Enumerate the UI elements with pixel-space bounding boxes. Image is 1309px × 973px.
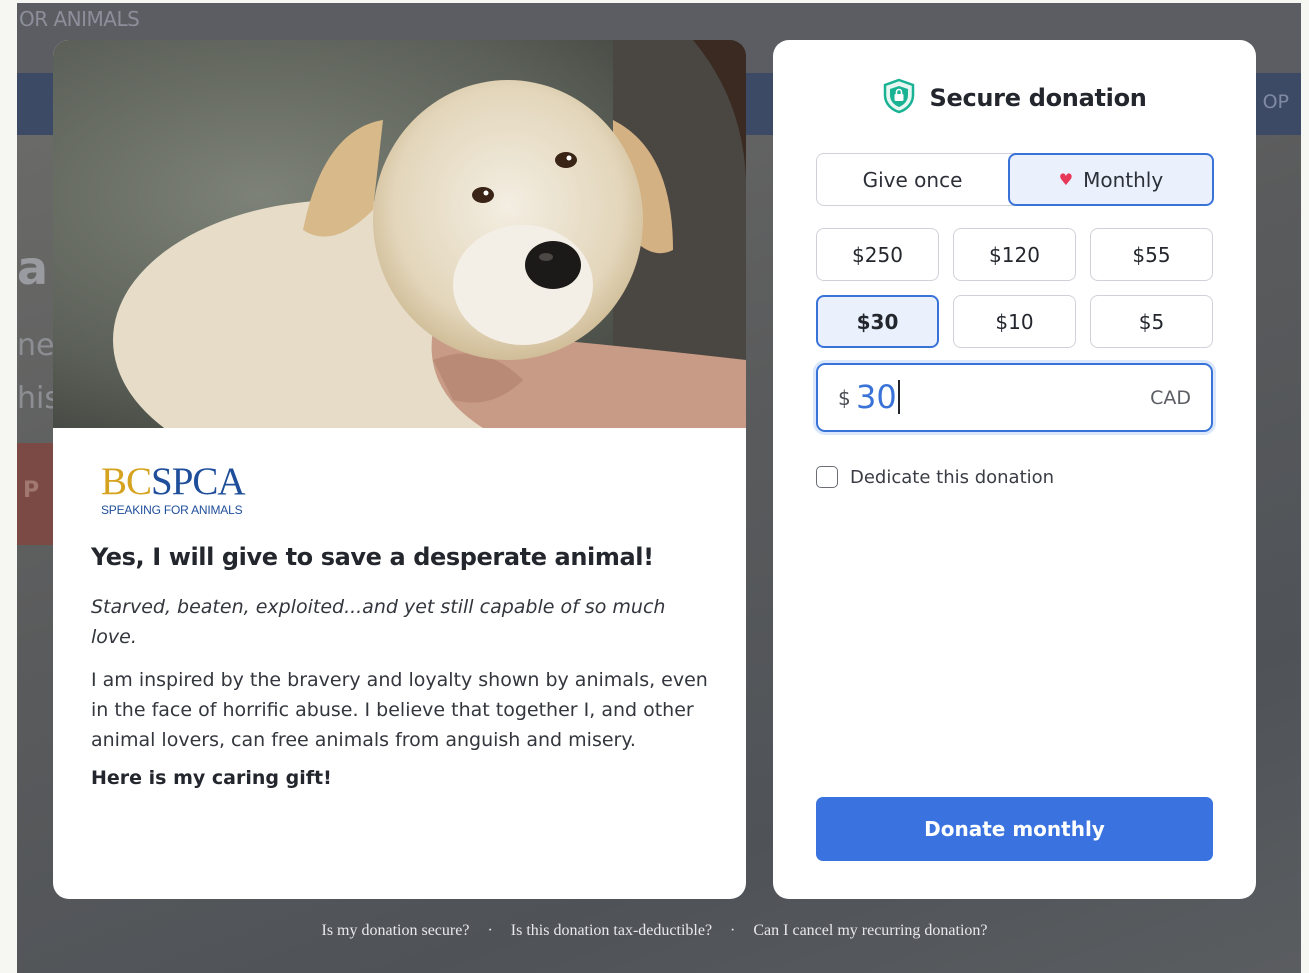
shield-lock-icon xyxy=(882,78,916,118)
logo-bc-text: BC xyxy=(101,460,152,503)
amount-value-text: 30 xyxy=(856,378,897,416)
story-lede: Starved, beaten, exploited...and yet sti… xyxy=(91,596,666,648)
dedicate-donation-option[interactable]: Dedicate this donation xyxy=(816,466,1054,488)
amount-option-250[interactable]: $250 xyxy=(816,228,939,281)
faq-link-secure[interactable]: Is my donation secure? xyxy=(321,922,469,939)
story-closing: Here is my caring gift! xyxy=(91,767,332,789)
amount-option-10[interactable]: $10 xyxy=(953,295,1076,348)
dedicate-label: Dedicate this donation xyxy=(850,466,1055,488)
link-separator: · xyxy=(487,922,493,939)
give-once-label: Give once xyxy=(862,167,963,192)
donation-title: Secure donation xyxy=(929,84,1147,112)
link-separator: · xyxy=(730,922,736,939)
currency-code: CAD xyxy=(1150,387,1191,409)
currency-symbol: $ xyxy=(838,386,851,410)
dedicate-checkbox[interactable] xyxy=(816,466,838,488)
monthly-button[interactable]: ♥ Monthly xyxy=(1008,153,1214,206)
frequency-toggle: Give once ♥ Monthly xyxy=(816,153,1214,206)
donation-card: Secure donation Give once ♥ Monthly $250… xyxy=(773,40,1256,899)
background-hero-button-text: P xyxy=(23,478,40,503)
bcspca-logo: BCSPCA SPEAKING FOR ANIMALS xyxy=(101,460,246,518)
give-once-button[interactable]: Give once xyxy=(816,153,1009,206)
text-caret xyxy=(897,380,900,414)
faq-link-tax[interactable]: Is this donation tax-deductible? xyxy=(511,922,712,939)
amount-value: 30 xyxy=(856,378,900,416)
logo-tagline: SPEAKING FOR ANIMALS xyxy=(101,503,243,517)
story-body: I am inspired by the bravery and loyalty… xyxy=(91,669,708,751)
logo-wordmark: BCSPCA xyxy=(101,460,246,503)
faq-link-cancel[interactable]: Can I cancel my recurring donation? xyxy=(753,922,987,939)
amount-option-120[interactable]: $120 xyxy=(953,228,1076,281)
donation-header: Secure donation xyxy=(773,78,1256,118)
background-hero-text: ne xyxy=(17,328,55,363)
footer-faq-links: Is my donation secure? · Is this donatio… xyxy=(0,922,1309,940)
amount-option-55[interactable]: $55 xyxy=(1090,228,1213,281)
donate-monthly-button[interactable]: Donate monthly xyxy=(816,797,1213,861)
custom-amount-input[interactable]: $ 30 CAD xyxy=(816,363,1213,432)
background-brand-text: OR ANIMALS xyxy=(19,7,140,31)
dog-photo xyxy=(53,40,746,428)
background-hero-heading: a xyxy=(17,241,49,295)
heart-icon: ♥ xyxy=(1058,170,1074,189)
story-title: Yes, I will give to save a desperate ani… xyxy=(91,543,654,571)
amount-option-30[interactable]: $30 xyxy=(816,295,939,348)
monthly-label: Monthly xyxy=(1083,167,1164,192)
background-nav-text: OP xyxy=(1262,91,1289,113)
logo-spca-text: SPCA xyxy=(151,460,246,503)
amount-option-5[interactable]: $5 xyxy=(1090,295,1213,348)
story-card: BCSPCA SPEAKING FOR ANIMALS Yes, I will … xyxy=(53,40,746,899)
